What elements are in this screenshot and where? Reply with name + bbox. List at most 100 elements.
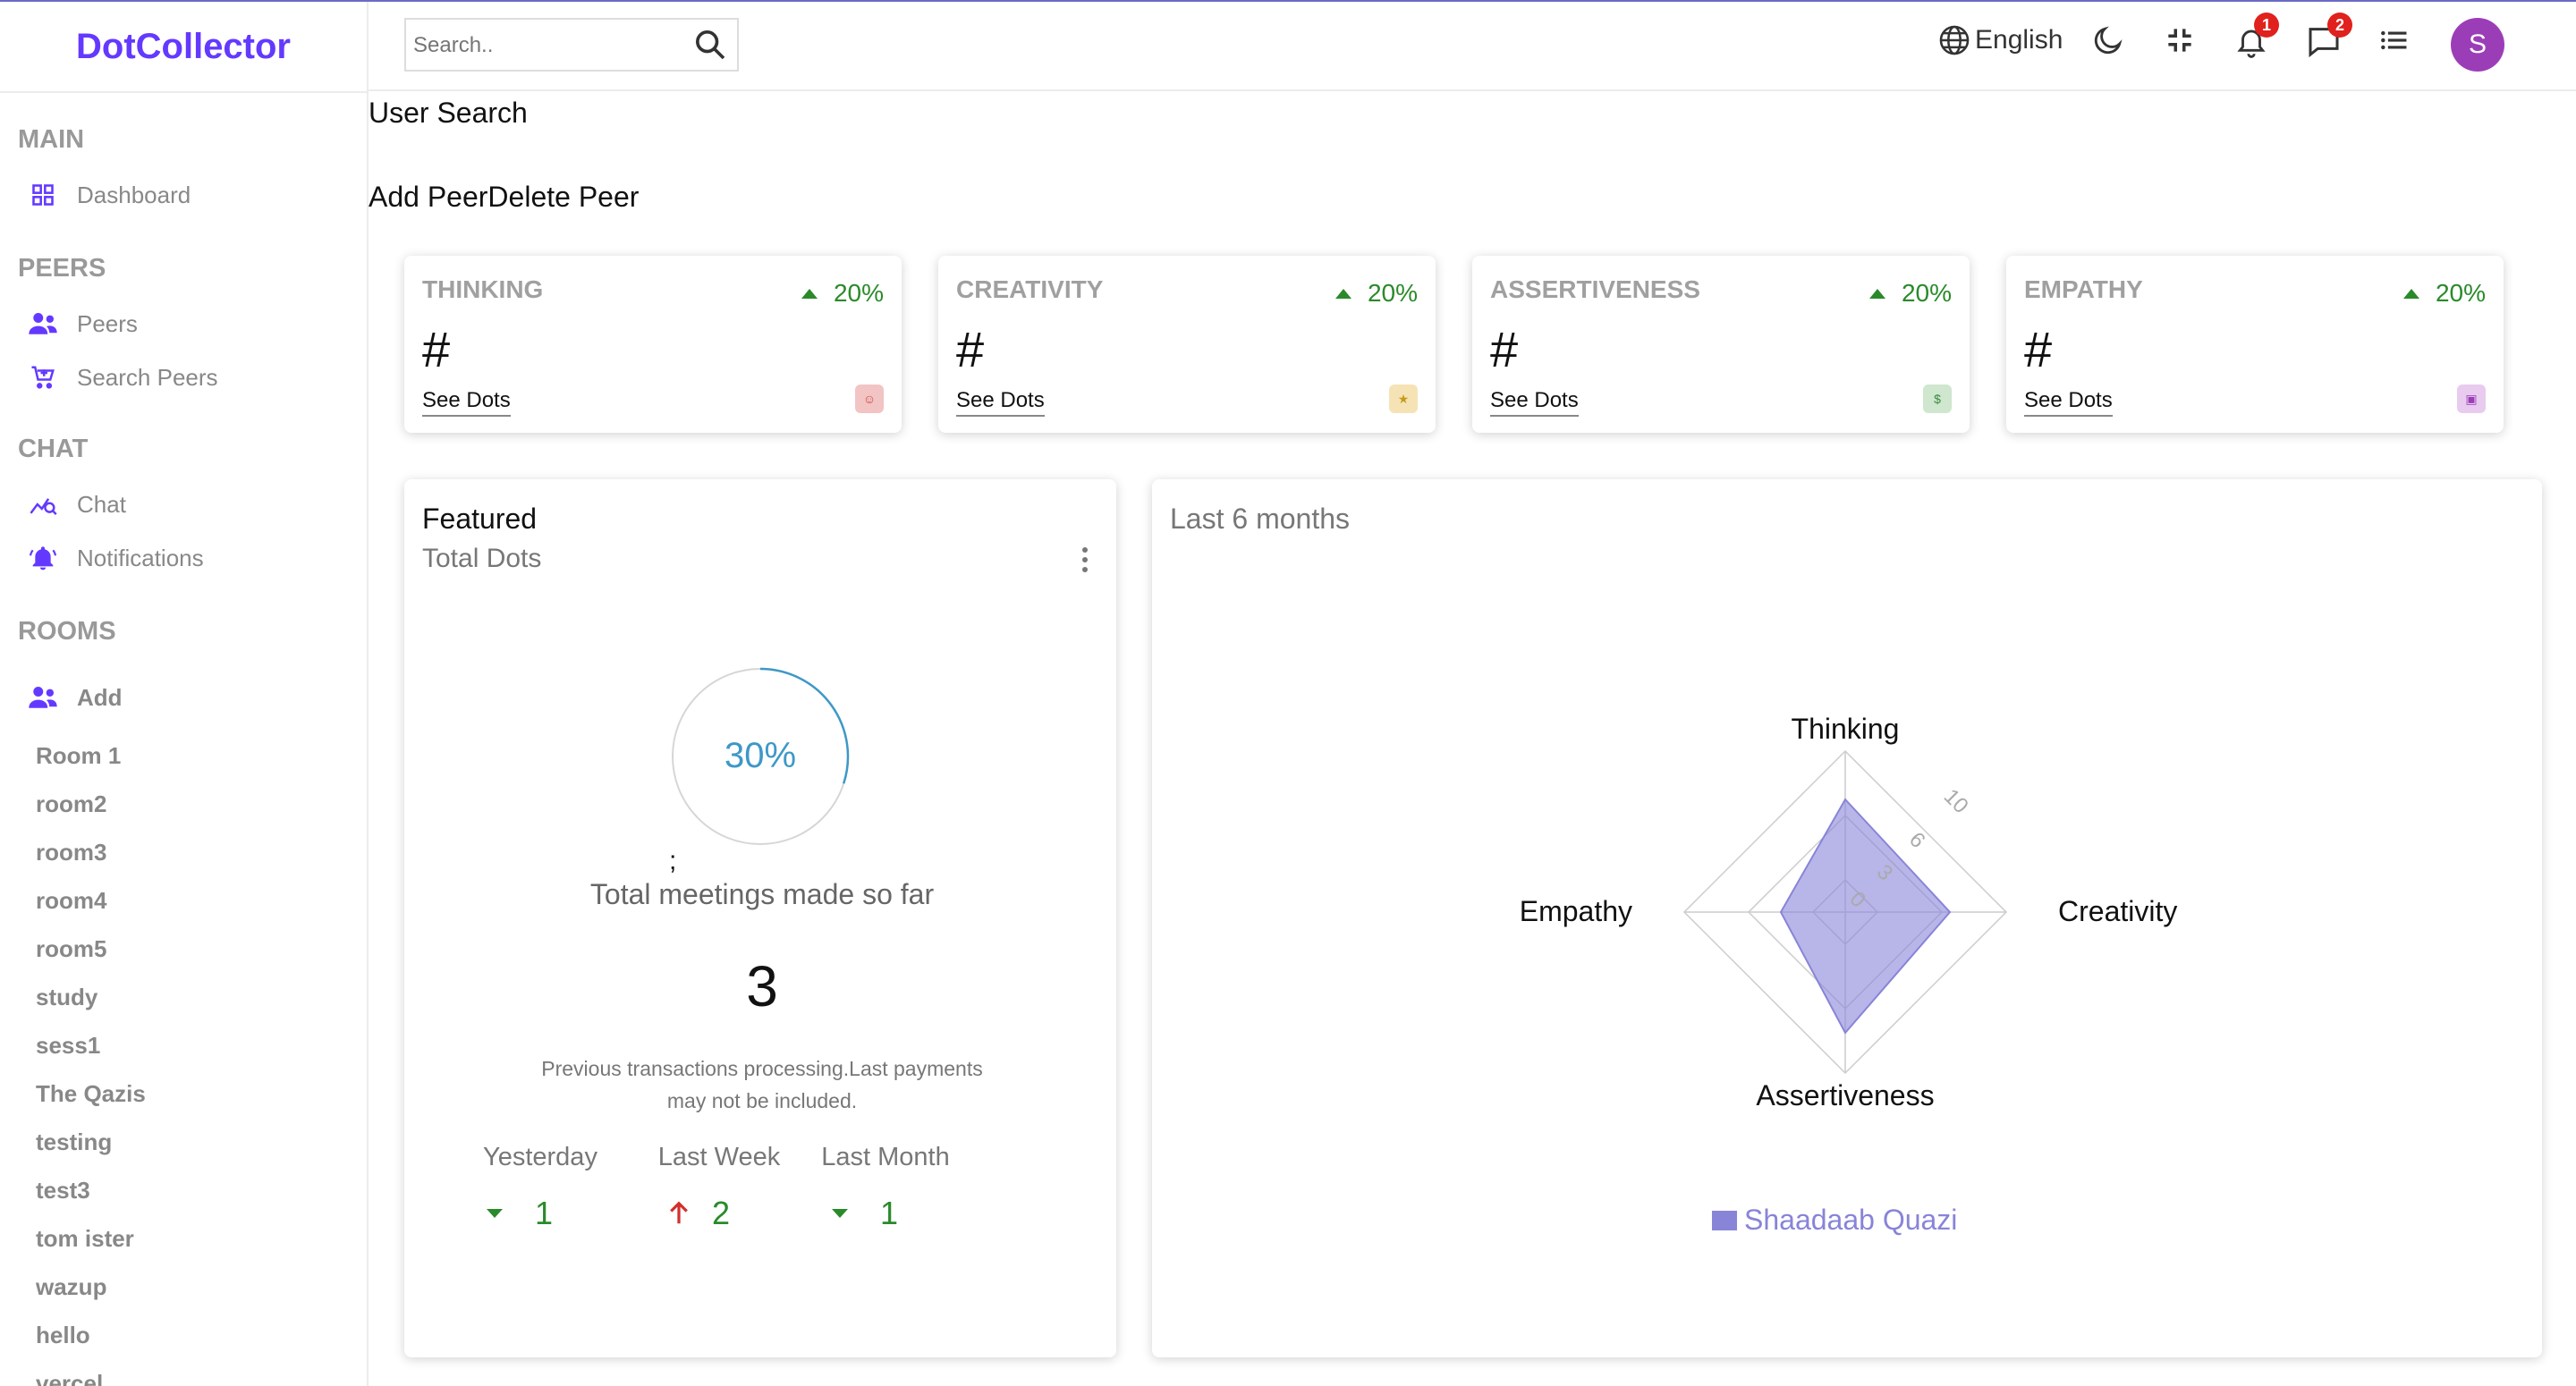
summary-value: 1 (832, 1195, 898, 1232)
section-main: MAIN (18, 125, 85, 154)
sidebar-item-search-peers[interactable]: Search Peers (27, 359, 218, 395)
chat-bubble-icon: 2 (2306, 13, 2352, 59)
sidebar-item-label: Add (77, 683, 123, 711)
room-item[interactable]: sess1 (36, 1032, 100, 1060)
progress-ring: 30% (672, 667, 850, 845)
sidebar-item-notifications[interactable]: Notifications (27, 540, 204, 576)
widget-percent-value: 20% (1901, 279, 1952, 307)
widget-count: # (2024, 321, 2053, 377)
room-item[interactable]: vercel (36, 1370, 103, 1386)
fullscreen-exit-button[interactable] (2163, 23, 2197, 57)
widget-title: THINKING (422, 275, 544, 303)
featured-caption: Total meetings made so far (589, 878, 935, 910)
room-item[interactable]: hello (36, 1322, 90, 1349)
radar-scale-tick: 6 (1904, 827, 1930, 853)
sidebar-item-peers[interactable]: Peers (27, 306, 138, 342)
people-icon: ☺ (855, 385, 884, 413)
room-item[interactable]: tom ister (36, 1225, 134, 1253)
chart-card: Last 6 months Thinking Creativity Assertiv… (1152, 479, 2542, 1357)
search-input[interactable] (406, 20, 683, 72)
see-dots-link[interactable]: See Dots (956, 388, 1045, 417)
peer-actions: Add Peer Delete Peer (369, 181, 639, 214)
legend-swatch (1712, 1210, 1737, 1230)
notifications-button[interactable]: 1 (2234, 13, 2279, 59)
more-vert-icon[interactable] (1082, 547, 1089, 577)
widget-percent-value: 20% (2435, 279, 2486, 307)
sidebar: DotCollector MAIN Dashboard PEERS Peers … (0, 2, 369, 1386)
radar-axis-label: Creativity (2058, 895, 2177, 927)
people-icon (27, 681, 59, 714)
arrow-up-icon (1335, 288, 1352, 299)
widget-percent-value: 20% (833, 279, 884, 307)
search-icon[interactable] (692, 27, 728, 63)
wallet-icon: ▣ (2457, 385, 2486, 413)
sidebar-item-dashboard[interactable]: Dashboard (27, 177, 191, 213)
room-item[interactable]: Room 1 (36, 742, 121, 770)
summary-value: 2 (665, 1195, 730, 1232)
progress-label: 30% (724, 736, 796, 775)
room-item[interactable]: study (36, 984, 97, 1011)
search-box (404, 18, 739, 72)
section-chat: CHAT (18, 435, 89, 463)
menu-list-button[interactable] (2377, 23, 2411, 57)
language-selector[interactable]: English (1937, 23, 2063, 57)
widget-title: ASSERTIVENESS (1490, 275, 1700, 303)
arrow-up-icon (1868, 288, 1885, 299)
room-item[interactable]: testing (36, 1128, 112, 1156)
featured-subtitle: Total Dots (422, 544, 542, 573)
see-dots-link[interactable]: See Dots (1490, 388, 1579, 417)
sidebar-item-add-room[interactable]: Add (27, 680, 123, 715)
arrow-up-icon (670, 1201, 688, 1224)
widget-count: # (956, 321, 985, 377)
widget-percentage: 20% (1868, 279, 1952, 308)
section-rooms: ROOMS (18, 617, 116, 646)
cart-icon (27, 361, 59, 393)
room-item[interactable]: test3 (36, 1177, 90, 1204)
summary-value-text: 1 (535, 1195, 554, 1231)
radar-axis-label: Assertiveness (1756, 1079, 1934, 1111)
delete-peer-link[interactable]: Delete Peer (487, 181, 639, 214)
see-dots-link[interactable]: See Dots (422, 388, 511, 417)
dark-mode-toggle[interactable] (2091, 23, 2125, 57)
add-peer-link[interactable]: Add Peer (369, 181, 487, 214)
room-item[interactable]: room2 (36, 790, 106, 818)
featured-desc-line1: Previous transactions processing.Last pa… (541, 1057, 983, 1080)
room-item[interactable]: room5 (36, 935, 106, 963)
room-item[interactable]: room4 (36, 887, 106, 915)
avatar[interactable]: S (2451, 18, 2504, 72)
dashboard-icon (27, 179, 59, 211)
messages-button[interactable]: 2 (2306, 13, 2352, 59)
room-item[interactable]: The Qazis (36, 1080, 146, 1108)
user-search-heading: User Search (369, 97, 528, 129)
widget-creativity: CREATIVITY 20% # See Dots ★ (938, 256, 1436, 433)
list-icon (2377, 23, 2411, 57)
room-item[interactable]: room3 (36, 839, 106, 866)
chart-search-icon (27, 488, 59, 520)
legend-label: Shaadaab Quazi (1744, 1204, 1958, 1236)
bell-ringing-icon (27, 542, 59, 574)
summary-value-text: 2 (712, 1195, 731, 1231)
sidebar-item-label: Search Peers (77, 363, 218, 391)
featured-card: Featured Total Dots 30% ; Total meetings… (404, 479, 1116, 1357)
star-icon: ★ (1389, 385, 1418, 413)
see-dots-link[interactable]: See Dots (2024, 388, 2113, 417)
sidebar-item-label: Notifications (77, 544, 204, 571)
radar-scale-tick: 10 (1939, 784, 1973, 818)
summary-value-text: 1 (880, 1195, 899, 1231)
arrow-up-icon (2402, 288, 2419, 299)
widget-percentage: 20% (1335, 279, 1418, 308)
top-navbar: English 1 2 S (369, 2, 2576, 91)
sidebar-item-chat[interactable]: Chat (27, 486, 126, 522)
people-icon (27, 308, 59, 340)
widget-percentage: 20% (2402, 279, 2486, 308)
sidebar-item-label: Peers (77, 309, 138, 337)
radar-axis-label: Empathy (1520, 895, 1632, 927)
app-logo[interactable]: DotCollector (0, 2, 367, 93)
language-label: English (1975, 25, 2063, 55)
summary-value: 1 (487, 1195, 553, 1232)
room-item[interactable]: wazup (36, 1273, 106, 1301)
moon-icon (2091, 23, 2125, 57)
sidebar-item-label: Chat (77, 490, 126, 518)
widget-title: EMPATHY (2024, 275, 2143, 303)
featured-title: Featured (422, 503, 538, 535)
